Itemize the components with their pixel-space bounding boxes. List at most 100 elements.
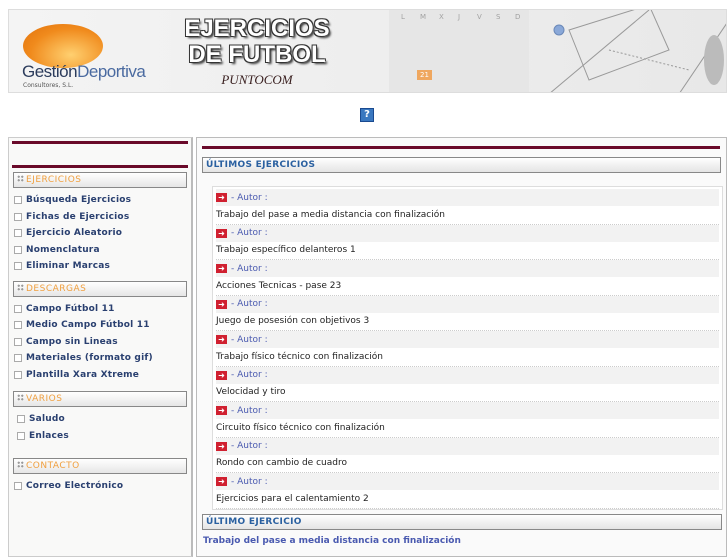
sidebar-item[interactable]: Eliminar Marcas [9,258,191,275]
sidebar-section-descargas: DESCARGAS [13,280,187,297]
exercise-list: ➜ - Autor : Trabajo del pase a media dista… [212,186,723,510]
sidebar-item-label: Campo sin Lineas [26,336,118,347]
sidebar-item-label: Fichas de Ejercicios [26,211,130,222]
logo-name-1: Gestión [22,62,78,81]
calendar-day-label: L [401,13,405,21]
main-content: ÚLTIMOS EJERCICIOS ➜ - Autor : Trabajo del… [196,137,727,557]
sidebar-item-label: Medio Campo Fútbol 11 [26,320,150,331]
author-label: - Autor : [231,263,268,274]
calendar-graphic: L M X J V S D 21 [389,10,529,92]
sidebar-item[interactable]: Plantilla Xara Xtreme [9,367,191,384]
author-label: - Autor : [231,405,268,416]
calendar-day-label: M [420,13,427,21]
sidebar-item[interactable]: Nomenclatura [9,242,191,259]
calendar-day-label: D [515,13,521,21]
exercise-title[interactable]: Trabajo del pase a media distancia con f… [216,206,719,225]
exercise-title[interactable]: Trabajo específico delanteros 1 [216,242,719,260]
exercise-title[interactable]: Circuito físico técnico con finalización [216,419,719,438]
header-banner: GestiónDeportiva Consultores, S.L. EJERC… [8,9,727,93]
sidebar-section-varios: VARIOS [13,391,187,407]
section-title: DESCARGAS [26,283,87,294]
bullet-icon [14,337,22,346]
bullet-icon [17,431,25,440]
bullet-icon [14,196,22,205]
bullet-icon [14,321,22,330]
bullet-icon [14,245,22,254]
exercise-author-row: ➜ - Autor : [216,331,719,348]
title-line-1: EJERCICIOS [184,15,330,42]
exercise-title[interactable]: Acciones Tecnicas - pase 23 [216,277,719,296]
bullet-icon [14,212,22,221]
sidebar-item[interactable]: Enlaces [9,428,191,445]
sidebar-item[interactable]: Materiales (formato gif) [9,350,191,367]
latest-exercises-heading: ÚLTIMOS EJERCICIOS [202,157,721,173]
arrow-right-icon: ➜ [216,264,227,273]
author-label: - Autor : [231,441,268,451]
exercise-author-row: ➜ - Autor : [216,260,719,277]
sidebar-item-label: Campo Fútbol 11 [26,303,115,314]
arrow-right-icon: ➜ [216,193,227,202]
bullet-icon [14,304,22,313]
author-label: - Autor : [231,476,268,487]
sidebar-item[interactable]: Medio Campo Fútbol 11 [9,317,191,334]
sidebar-item[interactable]: Fichas de Ejercicios [9,209,191,226]
sidebar-item-label: Saludo [29,414,65,425]
exercise-author-row: ➜ - Autor : [216,437,719,455]
sidebar-item[interactable]: Campo sin Lineas [9,334,191,351]
exercise-author-row: ➜ - Autor : [216,366,719,384]
sidebar-section-ejercicios: EJERCICIOS [13,172,187,188]
help-icon[interactable]: ? [360,108,374,122]
site-title: EJERCICIOS DE FUTBOL [177,16,337,68]
arrow-right-icon: ➜ [216,370,227,380]
divider [202,146,720,149]
bullet-icon [14,262,22,271]
calendar-day-label: X [439,13,444,21]
author-label: - Autor : [231,299,268,309]
exercise-author-row: ➜ - Autor : [216,473,719,490]
bullet-icon [14,370,22,379]
sidebar-item-label: Correo Electrónico [26,481,124,492]
site-subtitle: PUNTOCOM [221,72,293,87]
logo-subtitle: Consultores, S.L. [23,82,74,89]
exercise-title[interactable]: Ejercicios para el calentamiento 2 [216,490,719,509]
sidebar-item[interactable]: Campo Fútbol 11 [9,301,191,318]
sidebar-section-contacto: CONTACTO [13,458,187,474]
grip-icon [17,461,24,468]
exercise-author-row: ➜ - Autor : [216,189,719,206]
exercise-author-row: ➜ - Autor : [216,402,719,419]
section-title: EJERCICIOS [26,175,82,185]
calendar-day-label: S [496,13,501,21]
sidebar-item[interactable]: Ejercicio Aleatorio [9,225,191,242]
section-title: CONTACTO [26,461,80,471]
author-label: - Autor : [231,334,268,345]
calendar-day-label: J [458,13,461,21]
logo-name: GestiónDeportiva [22,62,146,82]
sidebar-item-label: Enlaces [29,430,69,441]
exercise-title[interactable]: Trabajo físico técnico con finalización [216,348,719,367]
sidebar-item[interactable]: Correo Electrónico [9,478,191,495]
sidebar-item-label: Ejercicio Aleatorio [26,228,123,239]
calendar-day-label: V [477,13,482,21]
field-diagram-graphic [550,10,726,92]
logo-name-2: Deportiva [77,62,146,81]
sidebar-item-label: Búsqueda Ejercicios [26,195,132,206]
title-line-2: DE FUTBOL [188,41,326,68]
arrow-right-icon: ➜ [216,228,227,238]
exercise-title[interactable]: Rondo con cambio de cuadro [216,455,719,473]
grip-icon [17,175,24,182]
arrow-right-icon: ➜ [216,406,227,415]
author-label: - Autor : [231,228,268,238]
sidebar-item[interactable]: Búsqueda Ejercicios [9,192,191,209]
sidebar-item-label: Plantilla Xara Xtreme [26,369,140,380]
exercise-title[interactable]: Juego de posesión con objetivos 3 [216,313,719,331]
sidebar-item-label: Materiales (formato gif) [26,353,153,364]
author-label: - Autor : [231,370,268,380]
sidebar-item[interactable]: Saludo [9,411,191,428]
arrow-right-icon: ➜ [216,477,227,486]
grip-icon [17,283,24,291]
exercise-title[interactable]: Velocidad y tiro [216,384,719,402]
arrow-right-icon: ➜ [216,299,227,309]
section-title: VARIOS [26,394,63,404]
bullet-icon [17,415,25,424]
grip-icon [17,394,24,401]
